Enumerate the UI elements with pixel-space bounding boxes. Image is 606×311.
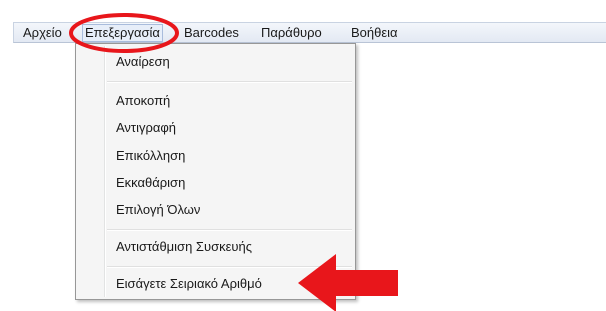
menu-window[interactable]: Παράθυρο [258,25,325,41]
menu-item-paste[interactable]: Επικόλληση [116,147,185,165]
menu-bar: Αρχείο Επεξεργασία Barcodes Παράθυρο Βοή… [13,22,606,43]
menu-item-select-all[interactable]: Επιλογή Όλων [116,201,200,219]
menu-file[interactable]: Αρχείο [20,25,65,41]
menu-item-undo[interactable]: Αναίρεση [116,53,170,71]
menu-help[interactable]: Βοήθεια [348,25,401,41]
menu-barcodes[interactable]: Barcodes [181,25,242,41]
menu-separator [107,81,352,83]
menu-separator [107,266,352,268]
edit-dropdown-menu: Αναίρεση Αποκοπή Αντιγραφή Επικόλληση Εκ… [75,43,356,300]
menu-item-cut[interactable]: Αποκοπή [116,92,170,110]
menu-item-device-compensation[interactable]: Αντιστάθμιση Συσκευής [116,238,252,256]
menu-item-enter-serial-number[interactable]: Εισάγετε Σειριακό Αριθμό [116,275,262,293]
menu-edit[interactable]: Επεξεργασία [82,24,163,42]
menu-item-copy[interactable]: Αντιγραφή [116,119,176,137]
menu-item-clear[interactable]: Εκκαθάριση [116,174,185,192]
menu-separator [107,229,352,231]
menu-icon-gutter [104,46,106,297]
